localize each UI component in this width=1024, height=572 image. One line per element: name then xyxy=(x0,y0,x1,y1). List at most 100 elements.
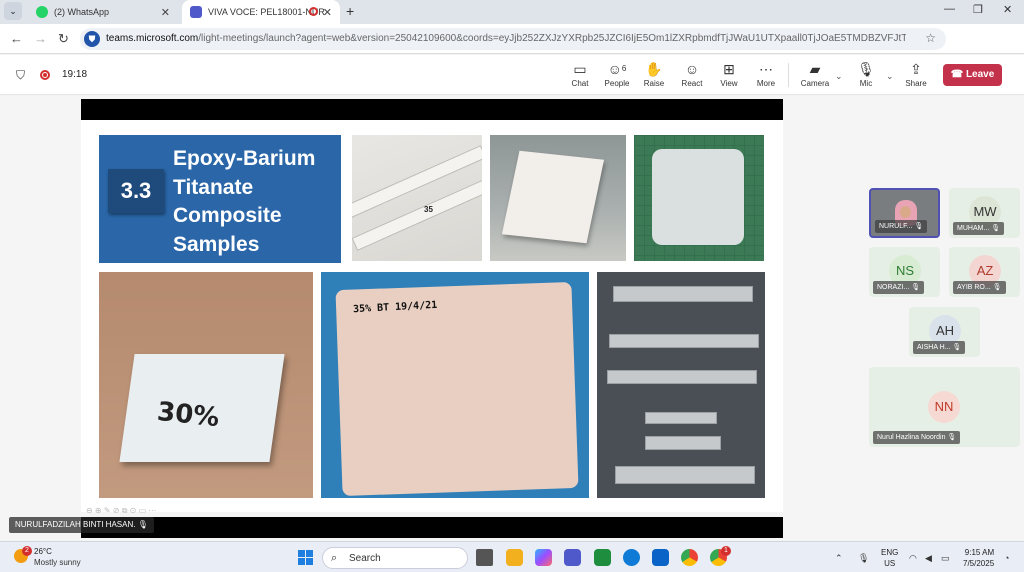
search-label: Search xyxy=(349,553,381,564)
shield-icon: ⛉ xyxy=(16,68,26,82)
leave-button[interactable]: ☎ Leave xyxy=(943,64,1002,86)
view-icon: ⊞ xyxy=(723,61,735,77)
show-hidden-icons-chevron[interactable]: ⌃ xyxy=(835,553,843,564)
raise-hand-icon: ✋ xyxy=(645,61,663,77)
chat-icon: ▭ xyxy=(573,61,587,77)
participant-tile[interactable]: MW MUHAM... 🎙︎ xyxy=(949,188,1020,238)
participant-tile[interactable]: NS NORAZI... 🎙︎ xyxy=(869,247,940,297)
language-indicator[interactable]: ENG US xyxy=(881,547,898,569)
people-count: 6 xyxy=(621,64,627,73)
photo-block-30: 30% xyxy=(99,272,313,498)
system-clock[interactable]: 9:15 AM 7/5/2025 xyxy=(963,547,994,569)
windows-logo-tile xyxy=(298,558,305,565)
close-tab-icon[interactable]: ✕ xyxy=(323,6,332,19)
raise-hand-button[interactable]: ✋ Raise xyxy=(634,59,674,88)
tab-search-dropdown[interactable]: ⌄ xyxy=(4,2,22,20)
specimen-bar xyxy=(609,334,759,348)
clock-time: 9:15 AM xyxy=(964,548,995,557)
title-line: Samples xyxy=(173,232,260,256)
tab-teams-viva[interactable]: VIVA VOCE: PEL18001-NUR ✕ xyxy=(182,0,340,24)
title-line: Composite xyxy=(173,204,282,227)
participant-tile[interactable]: NN Nurul Hazlina Noordin 🎙︎ xyxy=(869,367,1020,447)
url-input[interactable]: ⛊ teams.microsoft.com/light-meetings/lau… xyxy=(80,28,946,50)
notification-badge: 2 xyxy=(22,546,32,556)
meeting-toolbar: ⛉ 19:18 ▭ Chat ☺6 People ✋ Raise ☺ React… xyxy=(0,55,1024,95)
mic-options-chevron-icon[interactable]: ⌄ xyxy=(886,71,894,82)
leave-label: Leave xyxy=(965,69,995,80)
chat-button[interactable]: ▭ Chat xyxy=(560,59,600,88)
participant-tile[interactable]: AZ AYIB RO... 🎙︎ xyxy=(949,247,1020,297)
participant-name-text: AISHA H... xyxy=(917,344,951,351)
close-window-button[interactable]: ✕ xyxy=(1003,3,1012,16)
bookmark-star-icon[interactable]: ☆ xyxy=(925,31,936,45)
participant-name: NORAZI... 🎙︎ xyxy=(873,281,925,294)
windows-taskbar: 2 26°C Mostly sunny ⌕ Search 1 ⌃ 🎙︎ ENG … xyxy=(0,541,1024,572)
reload-icon[interactable]: ↻ xyxy=(58,31,69,47)
forward-arrow-icon[interactable]: → xyxy=(34,31,47,46)
view-button[interactable]: ⊞ View xyxy=(709,59,749,88)
participant-tile[interactable]: NURULF... 🎙︎ xyxy=(869,188,940,238)
search-icon: ⌕ xyxy=(331,552,338,564)
more-button[interactable]: ⋯ More xyxy=(746,59,786,88)
file-explorer-icon[interactable] xyxy=(506,549,523,566)
react-button[interactable]: ☺ React xyxy=(672,59,712,88)
photo-sheet-on-mat xyxy=(634,135,764,261)
teams-icon xyxy=(190,6,202,18)
windows-logo-tile xyxy=(306,550,313,557)
back-arrow-icon[interactable]: ← xyxy=(10,31,23,46)
minimize-button[interactable]: — xyxy=(944,3,955,15)
people-button[interactable]: ☺6 People xyxy=(597,59,637,88)
photo-sheet-35: 35% BT 19/4/21 xyxy=(321,272,589,498)
windows-logo-icon xyxy=(298,550,305,557)
recording-indicator-icon xyxy=(309,7,318,16)
new-tab-button[interactable]: + xyxy=(346,3,354,19)
people-label: People xyxy=(604,79,630,88)
excel-icon[interactable] xyxy=(594,549,611,566)
tab-whatsapp[interactable]: (2) WhatsApp ✕ xyxy=(28,0,178,24)
copilot-icon[interactable] xyxy=(535,549,552,566)
specimen-bar xyxy=(607,370,757,384)
more-label: More xyxy=(756,79,776,88)
raise-label: Raise xyxy=(643,79,665,88)
battery-icon[interactable]: ▭ xyxy=(941,553,950,564)
close-tab-icon[interactable]: ✕ xyxy=(161,6,170,19)
participant-name-text: AYIB RO... xyxy=(957,284,991,291)
notification-bell-icon[interactable]: ◔ xyxy=(1004,553,1009,563)
slide-controls[interactable]: ⊖ ⊕ ✎ ⊘ ⧉ ⊙ ▭ ⋯ xyxy=(86,506,156,516)
camera-button[interactable]: ▰ Camera xyxy=(795,59,835,88)
participant-tile[interactable]: AH AISHA H... 🎙︎ xyxy=(909,307,980,357)
start-button[interactable] xyxy=(298,550,314,566)
camera-options-chevron-icon[interactable]: ⌄ xyxy=(835,71,843,82)
share-label: Share xyxy=(905,79,927,88)
participant-name: NURULF... 🎙︎ xyxy=(875,220,928,233)
wifi-icon[interactable]: ◠ xyxy=(909,553,917,564)
specimen-bar xyxy=(613,286,753,302)
chrome-icon[interactable] xyxy=(681,549,698,566)
share-button[interactable]: ⇪ Share xyxy=(896,59,936,88)
participant-name: MUHAM... 🎙︎ xyxy=(953,222,1005,235)
microphone-in-use-icon[interactable]: 🎙︎ xyxy=(858,553,869,564)
meeting-timer: 19:18 xyxy=(62,69,88,80)
participant-face xyxy=(900,206,911,218)
volume-icon[interactable]: ◀ xyxy=(925,553,932,564)
teams-app-icon[interactable] xyxy=(564,549,581,566)
edge-icon[interactable] xyxy=(623,549,640,566)
participant-name-text: Nurul Hazlina Noordin xyxy=(877,434,946,441)
photo1-label: 35 xyxy=(424,205,433,214)
title-line: Epoxy-Barium xyxy=(173,147,316,170)
recording-icon xyxy=(40,70,50,80)
browser-tab-bar: ⌄ (2) WhatsApp ✕ VIVA VOCE: PEL18001-NUR… xyxy=(0,0,1024,24)
outlook-icon[interactable] xyxy=(652,549,669,566)
mic-label: Mic xyxy=(859,79,873,88)
sample-cube xyxy=(501,150,605,244)
task-view-icon[interactable] xyxy=(476,549,493,566)
taskbar-search[interactable]: ⌕ Search xyxy=(322,547,468,569)
react-icon: ☺ xyxy=(684,61,700,77)
camera-off-icon: ▰ xyxy=(809,61,821,77)
site-info-icon[interactable]: ⛊ xyxy=(84,31,100,47)
mic-button[interactable]: 🎙︎ Mic xyxy=(846,59,886,88)
slide-title: Epoxy-Barium Titanate Composite Samples xyxy=(173,145,315,259)
share-icon: ⇪ xyxy=(910,61,922,77)
restore-button[interactable]: ❐ xyxy=(973,3,983,16)
specimen-bar xyxy=(615,466,755,484)
